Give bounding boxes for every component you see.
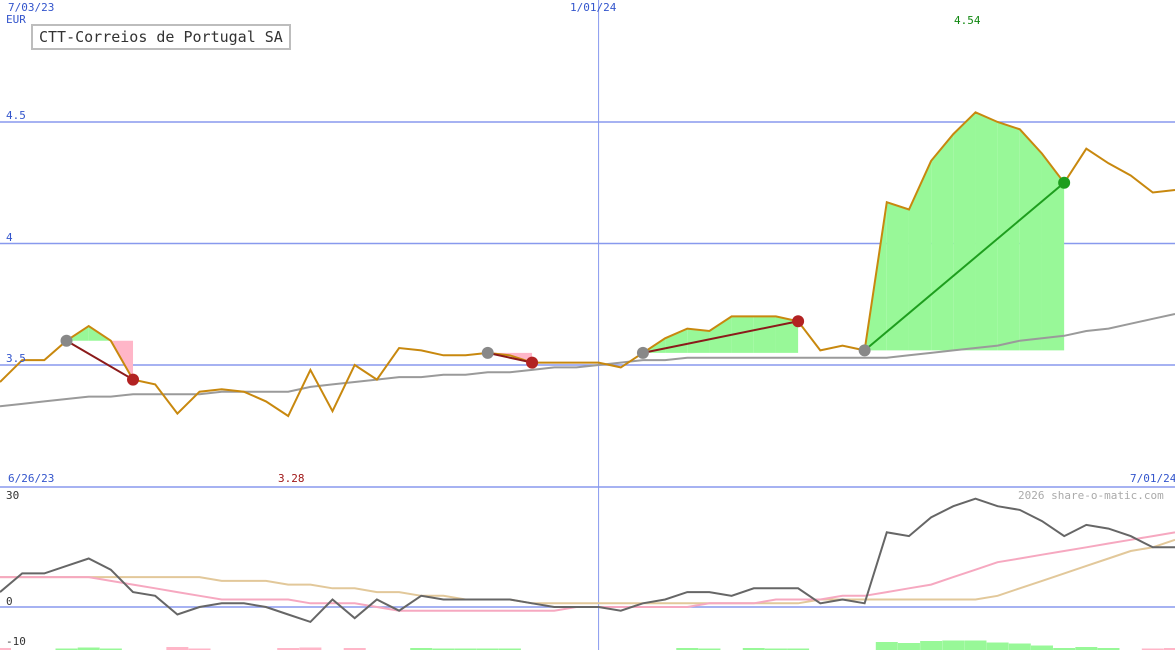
date-bottom-right: 7/01/24: [1130, 472, 1175, 485]
trend-end-marker: [1058, 176, 1071, 189]
watermark: 2026 share-o-matic.com: [1018, 489, 1164, 502]
osc-tick-0: 0: [6, 595, 13, 608]
trend-end-marker: [792, 315, 805, 328]
osc-slow-line: [0, 538, 1175, 605]
chart-title: CTT-Correios de Portugal SA: [31, 24, 291, 50]
date-top-mid: 1/01/24: [570, 1, 617, 14]
trend-start-marker: [481, 346, 494, 359]
date-bottom-left: 6/26/23: [8, 472, 55, 485]
histogram-bar: [1008, 643, 1031, 650]
histogram-bar: [875, 642, 898, 650]
gain-area: [908, 160, 932, 351]
oscillator-panel: [0, 497, 1175, 650]
trend-start-marker: [858, 344, 871, 357]
gain-area: [665, 328, 688, 353]
gain-area: [1019, 129, 1042, 351]
histogram-bar: [942, 640, 965, 650]
histogram-bar: [1030, 645, 1053, 650]
trend-start-marker: [636, 346, 649, 359]
gain-area: [753, 316, 776, 353]
osc-signal-line: [0, 531, 1175, 612]
min-price-label: 3.28: [278, 472, 305, 485]
trend-start-marker: [60, 334, 73, 347]
histogram-bar: [964, 640, 987, 650]
trend-end-marker: [526, 356, 539, 369]
gain-area: [931, 134, 954, 351]
y-tick-4.5: 4.5: [6, 109, 26, 122]
histogram-bar: [920, 641, 943, 650]
osc-tick-30: 30: [6, 489, 20, 502]
y-tick-3.5: 3.5: [6, 352, 26, 365]
gain-area: [953, 112, 976, 351]
max-price-label: 4.54: [954, 14, 981, 27]
trend-end-marker: [127, 373, 140, 386]
stock-chart: [0, 0, 1175, 650]
y-tick-4: 4: [6, 231, 13, 244]
histogram-bar: [986, 642, 1009, 650]
gain-loss-fills: [66, 112, 1065, 380]
histogram-bar: [897, 643, 920, 650]
y-axis-unit: EUR: [6, 13, 26, 26]
osc-tick-minus-10: -10: [6, 635, 26, 648]
gain-area: [975, 112, 998, 351]
